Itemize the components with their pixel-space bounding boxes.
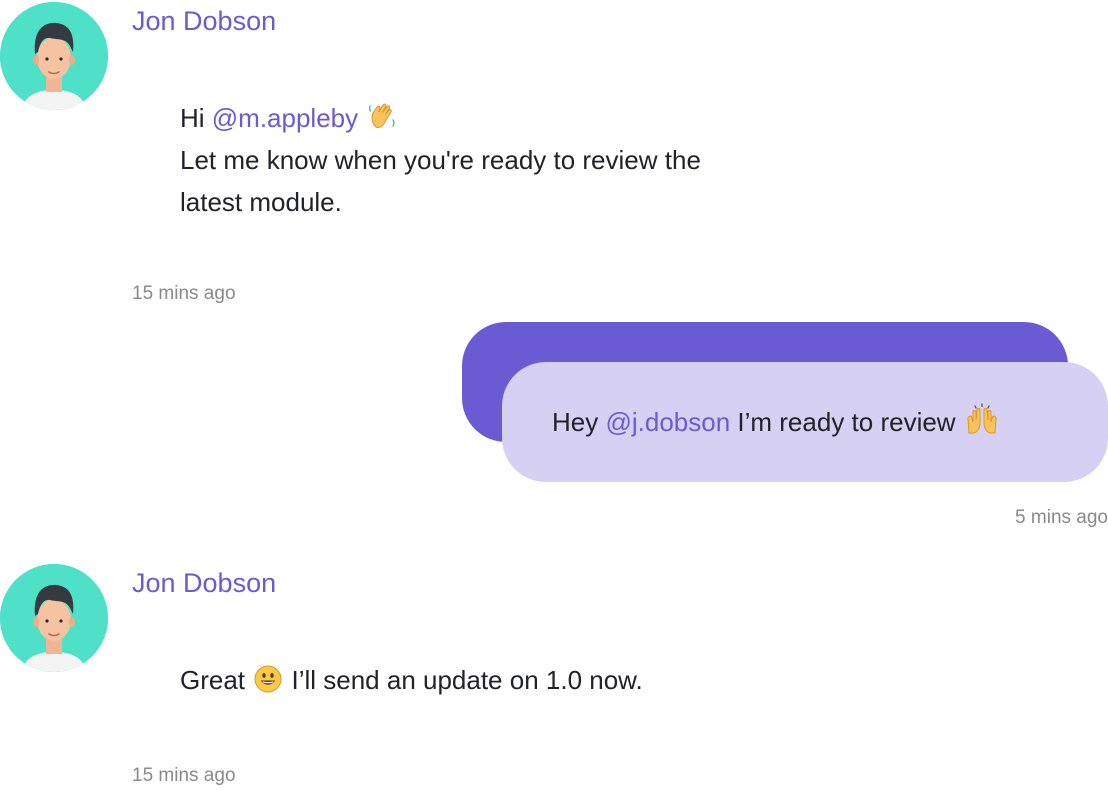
message-line-2: Let me know when you're ready to review …: [180, 145, 701, 175]
message-text: Hi @m.appleby Let me know when you're re…: [180, 97, 701, 223]
sender-name[interactable]: Jon Dobson: [132, 570, 276, 597]
waving-hand-emoji-icon: [367, 101, 397, 131]
mention-link[interactable]: @j.dobson: [605, 407, 730, 437]
message-text-prefix: Great: [180, 665, 253, 695]
message-text-suffix: I’m ready to review: [730, 407, 963, 437]
message-line-3: latest module.: [180, 187, 342, 217]
sender-name[interactable]: Jon Dobson: [132, 8, 276, 35]
message-text: Hey @j.dobson I’m ready to review: [552, 401, 1001, 443]
message-text: Great I’ll send an update on 1.0 now.: [180, 659, 643, 701]
avatar[interactable]: [0, 564, 108, 672]
person-avatar-icon: [0, 564, 108, 672]
message-line-1: Hi @m.appleby: [180, 97, 701, 139]
message-text-prefix: Hey: [552, 407, 606, 437]
smiling-face-emoji-icon: [254, 665, 282, 693]
mention-link[interactable]: @m.appleby: [212, 103, 358, 133]
timestamp: 15 mins ago: [132, 283, 236, 304]
message-bubble[interactable]: Hey @j.dobson I’m ready to review: [502, 362, 1108, 482]
timestamp: 15 mins ago: [132, 765, 236, 786]
person-avatar-icon: [0, 2, 108, 110]
timestamp: 5 mins ago: [1015, 507, 1108, 528]
message-text-prefix: Hi: [180, 103, 212, 133]
raising-hands-emoji-icon: [965, 403, 999, 435]
avatar[interactable]: [0, 2, 108, 110]
message-text-suffix: I’ll send an update on 1.0 now.: [284, 665, 643, 695]
